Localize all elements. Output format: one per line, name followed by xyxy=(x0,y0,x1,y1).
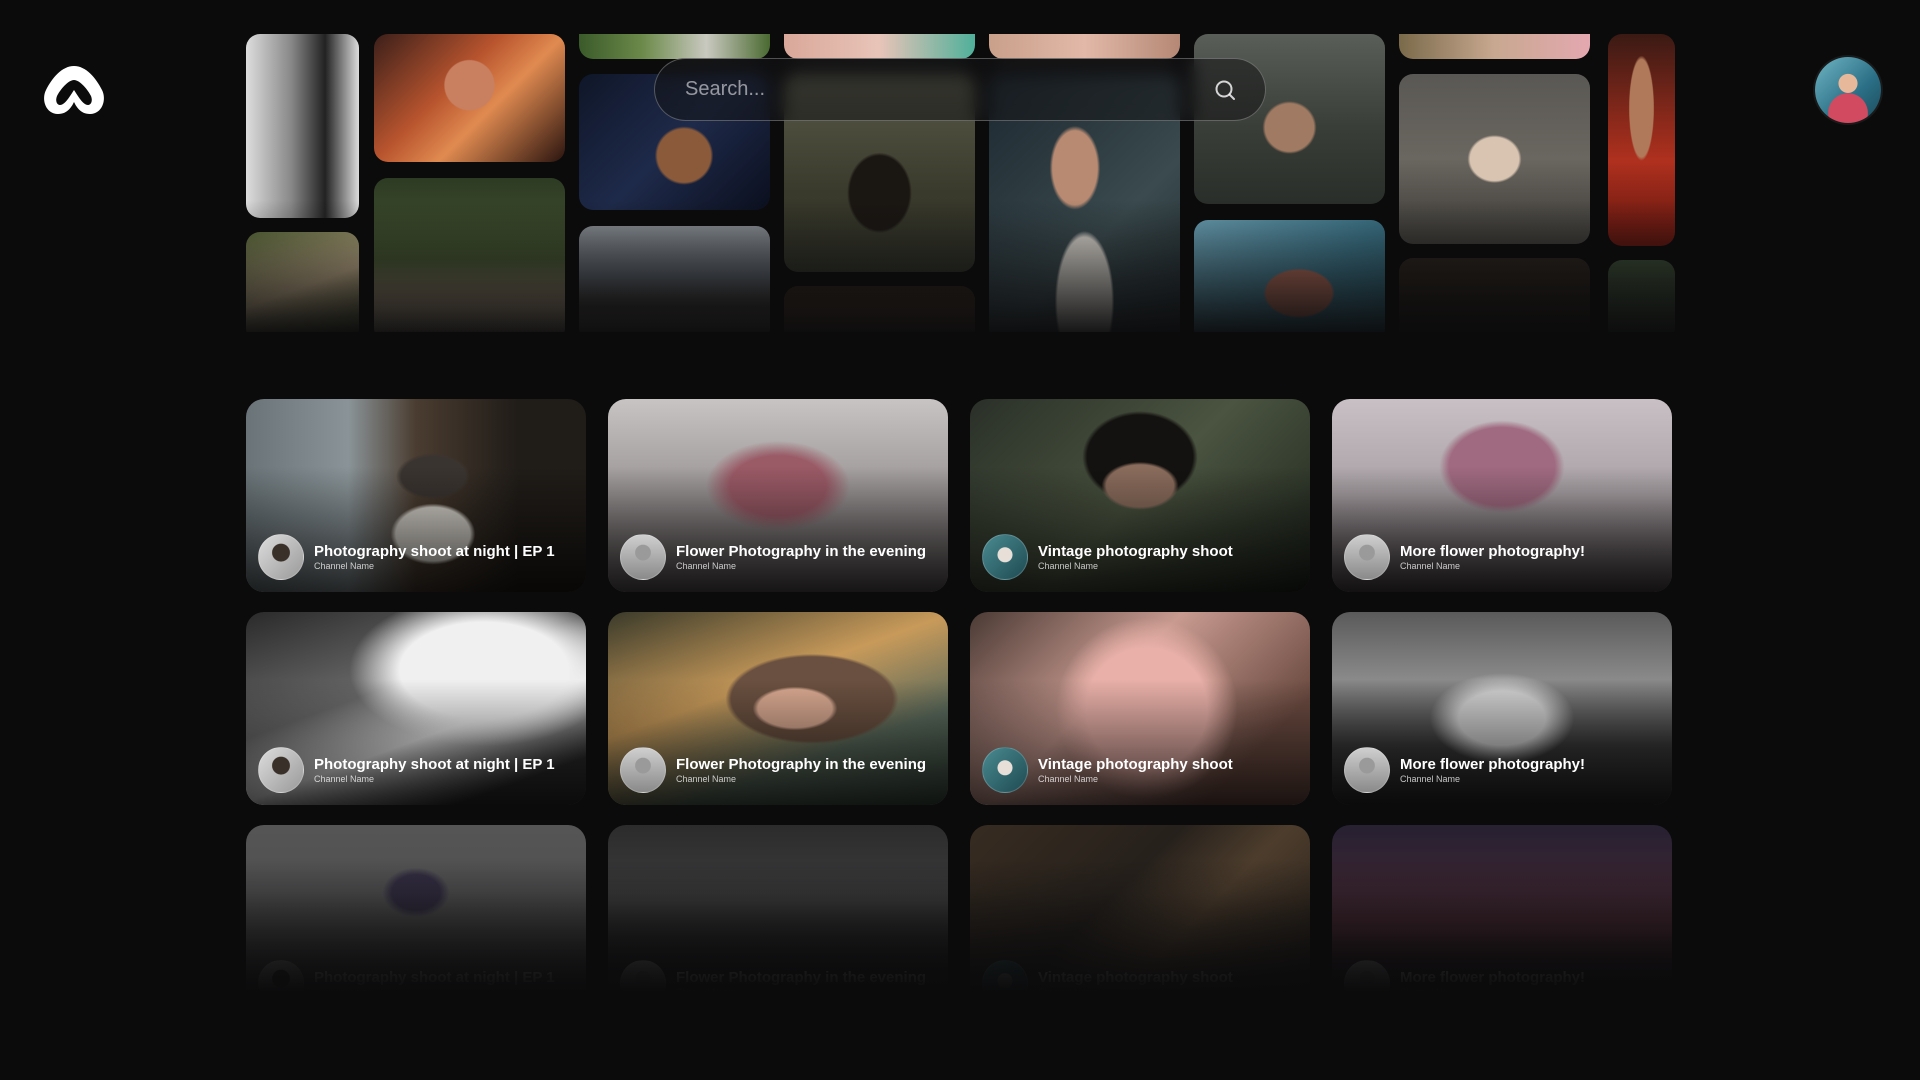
channel-name[interactable]: Channel Name xyxy=(1400,774,1585,785)
channel-avatar[interactable] xyxy=(982,747,1028,793)
channel-name[interactable]: Channel Name xyxy=(314,987,555,998)
mosaic-photo[interactable] xyxy=(579,226,770,332)
card-meta: Flower Photography in the evening Channe… xyxy=(620,534,926,580)
video-title[interactable]: Flower Photography in the evening xyxy=(676,756,926,774)
video-title[interactable]: Vintage photography shoot xyxy=(1038,756,1233,774)
card-meta: More flower photography! Channel Name xyxy=(1344,747,1585,793)
video-card[interactable]: Flower Photography in the evening Channe… xyxy=(608,825,948,1018)
search-bar[interactable] xyxy=(654,58,1266,121)
channel-name[interactable]: Channel Name xyxy=(1038,774,1233,785)
video-title[interactable]: Vintage photography shoot xyxy=(1038,969,1233,987)
channel-name[interactable]: Channel Name xyxy=(1038,561,1233,572)
video-title[interactable]: More flower photography! xyxy=(1400,969,1585,987)
video-card[interactable]: Photography shoot at night | EP 1 Channe… xyxy=(246,612,586,805)
channel-avatar[interactable] xyxy=(982,534,1028,580)
video-card[interactable]: Vintage photography shoot Channel Name xyxy=(970,612,1310,805)
mosaic-photo[interactable] xyxy=(1399,258,1590,332)
video-card[interactable]: Vintage photography shoot Channel Name xyxy=(970,399,1310,592)
video-title[interactable]: Photography shoot at night | EP 1 xyxy=(314,756,555,774)
video-card[interactable]: More flower photography! Channel Name xyxy=(1332,825,1672,1018)
video-title[interactable]: More flower photography! xyxy=(1400,756,1585,774)
card-meta: Photography shoot at night | EP 1 Channe… xyxy=(258,960,555,1006)
channel-avatar[interactable] xyxy=(620,534,666,580)
channel-avatar[interactable] xyxy=(1344,534,1390,580)
video-card[interactable]: Flower Photography in the evening Channe… xyxy=(608,399,948,592)
channel-avatar[interactable] xyxy=(258,960,304,1006)
video-title[interactable]: Photography shoot at night | EP 1 xyxy=(314,543,555,561)
channel-name[interactable]: Channel Name xyxy=(676,774,926,785)
channel-name[interactable]: Channel Name xyxy=(314,561,555,572)
channel-avatar[interactable] xyxy=(258,534,304,580)
channel-name[interactable]: Channel Name xyxy=(676,987,926,998)
channel-avatar[interactable] xyxy=(620,747,666,793)
channel-name[interactable]: Channel Name xyxy=(1038,987,1233,998)
mosaic-photo[interactable] xyxy=(579,34,770,59)
video-title[interactable]: More flower photography! xyxy=(1400,543,1585,561)
mosaic-photo[interactable] xyxy=(1608,34,1675,246)
mosaic-photo[interactable] xyxy=(1399,74,1590,244)
search-input[interactable] xyxy=(683,77,1213,102)
mosaic-photo[interactable] xyxy=(989,34,1180,59)
video-title[interactable]: Flower Photography in the evening xyxy=(676,969,926,987)
mosaic-photo[interactable] xyxy=(1608,260,1675,332)
channel-name[interactable]: Channel Name xyxy=(1400,561,1585,572)
mosaic-photo[interactable] xyxy=(1399,34,1590,59)
channel-name[interactable]: Channel Name xyxy=(314,774,555,785)
mosaic-photo[interactable] xyxy=(246,34,359,218)
video-title[interactable]: Vintage photography shoot xyxy=(1038,543,1233,561)
card-meta: Vintage photography shoot Channel Name xyxy=(982,960,1233,1006)
channel-avatar[interactable] xyxy=(1344,747,1390,793)
card-meta: More flower photography! Channel Name xyxy=(1344,960,1585,1006)
card-meta: Flower Photography in the evening Channe… xyxy=(620,747,926,793)
card-meta: Vintage photography shoot Channel Name xyxy=(982,747,1233,793)
mosaic-photo[interactable] xyxy=(374,178,565,332)
video-card[interactable]: Vintage photography shoot Channel Name xyxy=(970,825,1310,1018)
mosaic-photo[interactable] xyxy=(784,286,975,332)
search-icon[interactable] xyxy=(1213,78,1237,102)
channel-avatar[interactable] xyxy=(620,960,666,1006)
channel-avatar[interactable] xyxy=(1344,960,1390,1006)
video-card[interactable]: Flower Photography in the evening Channe… xyxy=(608,612,948,805)
card-meta: Photography shoot at night | EP 1 Channe… xyxy=(258,747,555,793)
card-meta: Photography shoot at night | EP 1 Channe… xyxy=(258,534,555,580)
video-title[interactable]: Flower Photography in the evening xyxy=(676,543,926,561)
channel-avatar[interactable] xyxy=(258,747,304,793)
mosaic-photo[interactable] xyxy=(374,34,565,162)
mosaic-photo[interactable] xyxy=(1194,220,1385,332)
video-card[interactable]: Photography shoot at night | EP 1 Channe… xyxy=(246,399,586,592)
video-title[interactable]: Photography shoot at night | EP 1 xyxy=(314,969,555,987)
video-grid: Photography shoot at night | EP 1 Channe… xyxy=(246,399,1675,1018)
card-meta: More flower photography! Channel Name xyxy=(1344,534,1585,580)
profile-avatar[interactable] xyxy=(1815,57,1881,123)
video-card[interactable]: More flower photography! Channel Name xyxy=(1332,399,1672,592)
video-card[interactable]: Photography shoot at night | EP 1 Channe… xyxy=(246,825,586,1018)
channel-name[interactable]: Channel Name xyxy=(1400,987,1585,998)
video-card[interactable]: More flower photography! Channel Name xyxy=(1332,612,1672,805)
brand-logo-icon[interactable] xyxy=(38,60,110,122)
card-meta: Flower Photography in the evening Channe… xyxy=(620,960,926,1006)
channel-name[interactable]: Channel Name xyxy=(676,561,926,572)
card-meta: Vintage photography shoot Channel Name xyxy=(982,534,1233,580)
mosaic-photo[interactable] xyxy=(784,34,975,59)
channel-avatar[interactable] xyxy=(982,960,1028,1006)
mosaic-photo[interactable] xyxy=(246,232,359,332)
